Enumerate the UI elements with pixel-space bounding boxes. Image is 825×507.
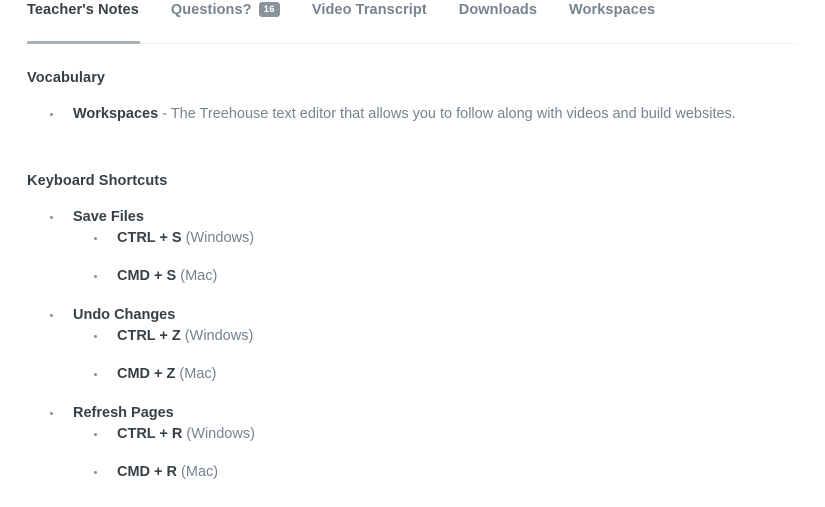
key-combo: CMD + S bbox=[117, 268, 177, 284]
list-item: CMD + S (Mac) bbox=[94, 266, 798, 287]
tab-teachers-notes[interactable]: Teacher's Notes bbox=[27, 0, 139, 21]
tab-workspaces[interactable]: Workspaces bbox=[569, 0, 655, 21]
shortcut-keys-list: CTRL + Z (Windows) CMD + Z (Mac) bbox=[73, 326, 798, 385]
list-item: CMD + R (Mac) bbox=[94, 462, 798, 483]
key-platform: (Mac) bbox=[175, 366, 217, 382]
vocabulary-definition: - The Treehouse text editor that allows … bbox=[158, 106, 736, 122]
list-item: CTRL + S (Windows) bbox=[94, 228, 798, 249]
key-platform: (Windows) bbox=[181, 230, 255, 246]
tab-downloads[interactable]: Downloads bbox=[459, 0, 537, 21]
key-combo: CTRL + R bbox=[117, 426, 183, 442]
tab-questions[interactable]: Questions? 16 bbox=[171, 0, 280, 21]
list-item: CMD + Z (Mac) bbox=[94, 364, 798, 385]
list-item: CTRL + R (Windows) bbox=[94, 424, 798, 445]
tab-label: Teacher's Notes bbox=[27, 2, 139, 18]
shortcut-keys-list: CTRL + R (Windows) CMD + R (Mac) bbox=[73, 424, 798, 483]
notes-content: Vocabulary Workspaces - The Treehouse te… bbox=[0, 44, 825, 483]
vocabulary-term: Workspaces bbox=[73, 106, 159, 122]
tab-label: Video Transcript bbox=[311, 2, 427, 18]
tab-label: Workspaces bbox=[569, 2, 656, 18]
key-combo: CTRL + Z bbox=[117, 328, 181, 344]
keyboard-shortcuts-heading: Keyboard Shortcuts bbox=[27, 173, 168, 189]
key-platform: (Mac) bbox=[176, 268, 218, 284]
shortcuts-list: Save Files CTRL + S (Windows) CMD + S (M… bbox=[27, 207, 798, 483]
key-combo: CMD + Z bbox=[117, 366, 176, 382]
shortcut-keys-list: CTRL + S (Windows) CMD + S (Mac) bbox=[73, 228, 798, 287]
key-platform: (Windows) bbox=[182, 426, 255, 442]
tab-video-transcript[interactable]: Video Transcript bbox=[312, 0, 427, 21]
key-combo: CMD + R bbox=[117, 464, 178, 480]
vocabulary-list: Workspaces - The Treehouse text editor t… bbox=[27, 104, 798, 125]
questions-count-badge: 16 bbox=[258, 1, 280, 18]
tab-bar: Teacher's Notes Questions? 16 Video Tran… bbox=[0, 0, 825, 44]
active-tab-indicator bbox=[27, 41, 140, 44]
key-combo: CTRL + S bbox=[117, 230, 182, 246]
list-item: Undo Changes CTRL + Z (Windows) CMD + Z … bbox=[50, 305, 798, 385]
shortcut-group-name: Save Files bbox=[73, 209, 144, 225]
shortcut-group-name: Undo Changes bbox=[73, 307, 176, 323]
list-item: Save Files CTRL + S (Windows) CMD + S (M… bbox=[50, 207, 798, 287]
list-item: Refresh Pages CTRL + R (Windows) CMD + R… bbox=[50, 403, 798, 483]
tab-label: Questions? bbox=[170, 2, 252, 18]
key-platform: (Mac) bbox=[177, 464, 219, 480]
shortcut-group-name: Refresh Pages bbox=[73, 405, 174, 421]
list-item: CTRL + Z (Windows) bbox=[94, 326, 798, 347]
tab-label: Downloads bbox=[458, 2, 538, 18]
list-item: Workspaces - The Treehouse text editor t… bbox=[50, 104, 798, 125]
key-platform: (Windows) bbox=[180, 328, 254, 344]
vocabulary-heading: Vocabulary bbox=[27, 70, 106, 86]
